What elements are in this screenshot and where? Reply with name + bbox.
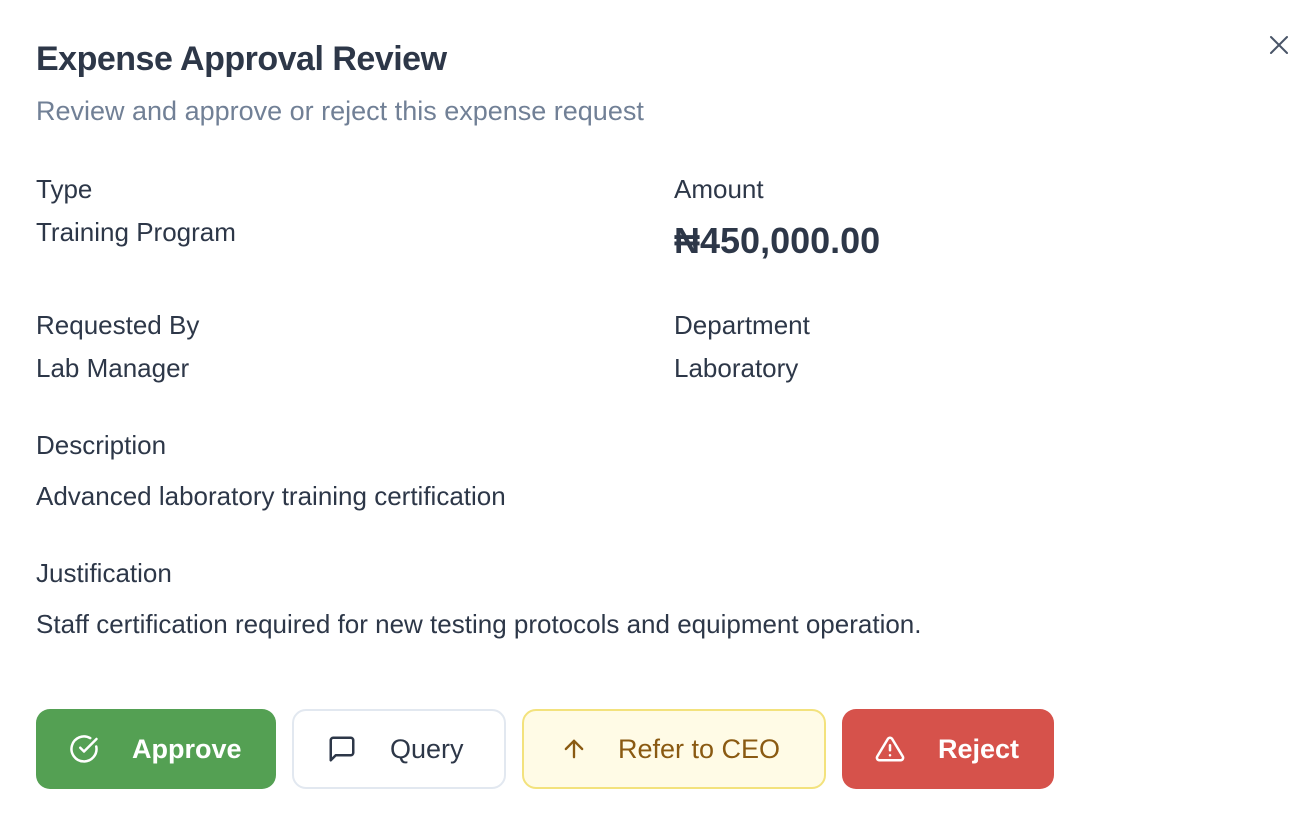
justification-label: Justification (36, 558, 172, 588)
requested-by-value: Lab Manager (36, 353, 190, 383)
query-label: Query (390, 733, 464, 764)
type-value: Training Program (36, 217, 236, 247)
justification-value: Staff certification required for new tes… (36, 609, 922, 639)
check-circle-icon (68, 733, 100, 765)
arrow-up-icon (558, 733, 590, 765)
alert-triangle-icon (874, 733, 906, 765)
dialog-title: Expense Approval Review (36, 40, 447, 78)
refer-to-ceo-button[interactable]: Refer to CEO (522, 709, 826, 789)
amount-label: Amount (674, 174, 764, 204)
reject-label: Reject (938, 733, 1020, 764)
approve-button[interactable]: Approve (36, 709, 276, 789)
reject-button[interactable]: Reject (842, 709, 1054, 789)
description-value: Advanced laboratory training certificati… (36, 481, 506, 511)
department-value: Laboratory (674, 353, 799, 383)
amount-value: ₦450,000.00 (674, 220, 881, 261)
close-button[interactable] (1266, 32, 1292, 58)
type-label: Type (36, 174, 93, 204)
query-button[interactable]: Query (292, 709, 506, 789)
expense-approval-dialog: Expense Approval Review Review and appro… (0, 0, 1315, 828)
approve-label: Approve (132, 733, 242, 764)
refer-to-ceo-label: Refer to CEO (618, 733, 781, 764)
description-label: Description (36, 430, 167, 460)
close-icon (1270, 36, 1288, 54)
action-bar: Approve Query Refer to CEO Reject (36, 709, 1054, 789)
message-square-icon (326, 733, 358, 765)
requested-by-label: Requested By (36, 310, 200, 340)
dialog-subtitle: Review and approve or reject this expens… (36, 96, 644, 126)
department-label: Department (674, 310, 810, 340)
